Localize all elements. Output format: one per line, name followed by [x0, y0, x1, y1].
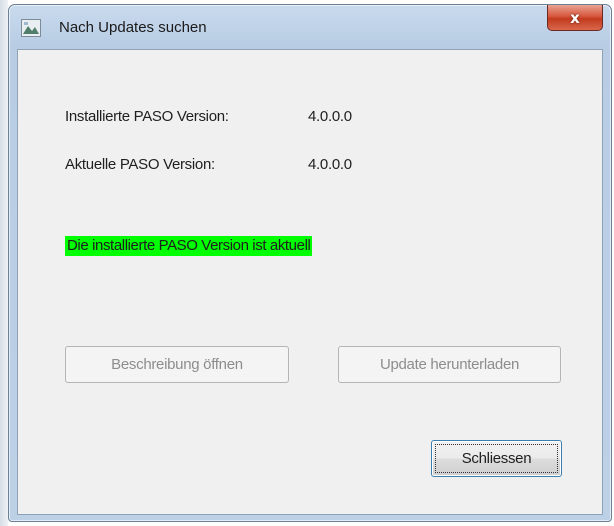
update-dialog: Nach Updates suchen x Installierte PASO …	[8, 4, 612, 522]
installed-version-value: 4.0.0.0	[308, 108, 352, 125]
open-description-button[interactable]: Beschreibung öffnen	[65, 346, 289, 383]
download-update-button[interactable]: Update herunterladen	[338, 346, 561, 383]
app-icon	[21, 19, 41, 37]
title-bar[interactable]: Nach Updates suchen x	[9, 5, 611, 49]
close-button-label: Schliessen	[461, 450, 532, 467]
background-window-edge	[0, 0, 8, 526]
close-icon: x	[570, 8, 580, 27]
current-version-value: 4.0.0.0	[308, 156, 352, 173]
close-button[interactable]: Schliessen	[431, 440, 562, 477]
window-title: Nach Updates suchen	[59, 19, 207, 36]
dialog-content: Installierte PASO Version: 4.0.0.0 Aktue…	[17, 49, 603, 515]
status-message: Die installierte PASO Version ist aktuel…	[65, 236, 313, 256]
close-window-button[interactable]: x	[547, 5, 603, 31]
installed-version-label: Installierte PASO Version:	[65, 108, 229, 125]
current-version-label: Aktuelle PASO Version:	[65, 156, 215, 173]
